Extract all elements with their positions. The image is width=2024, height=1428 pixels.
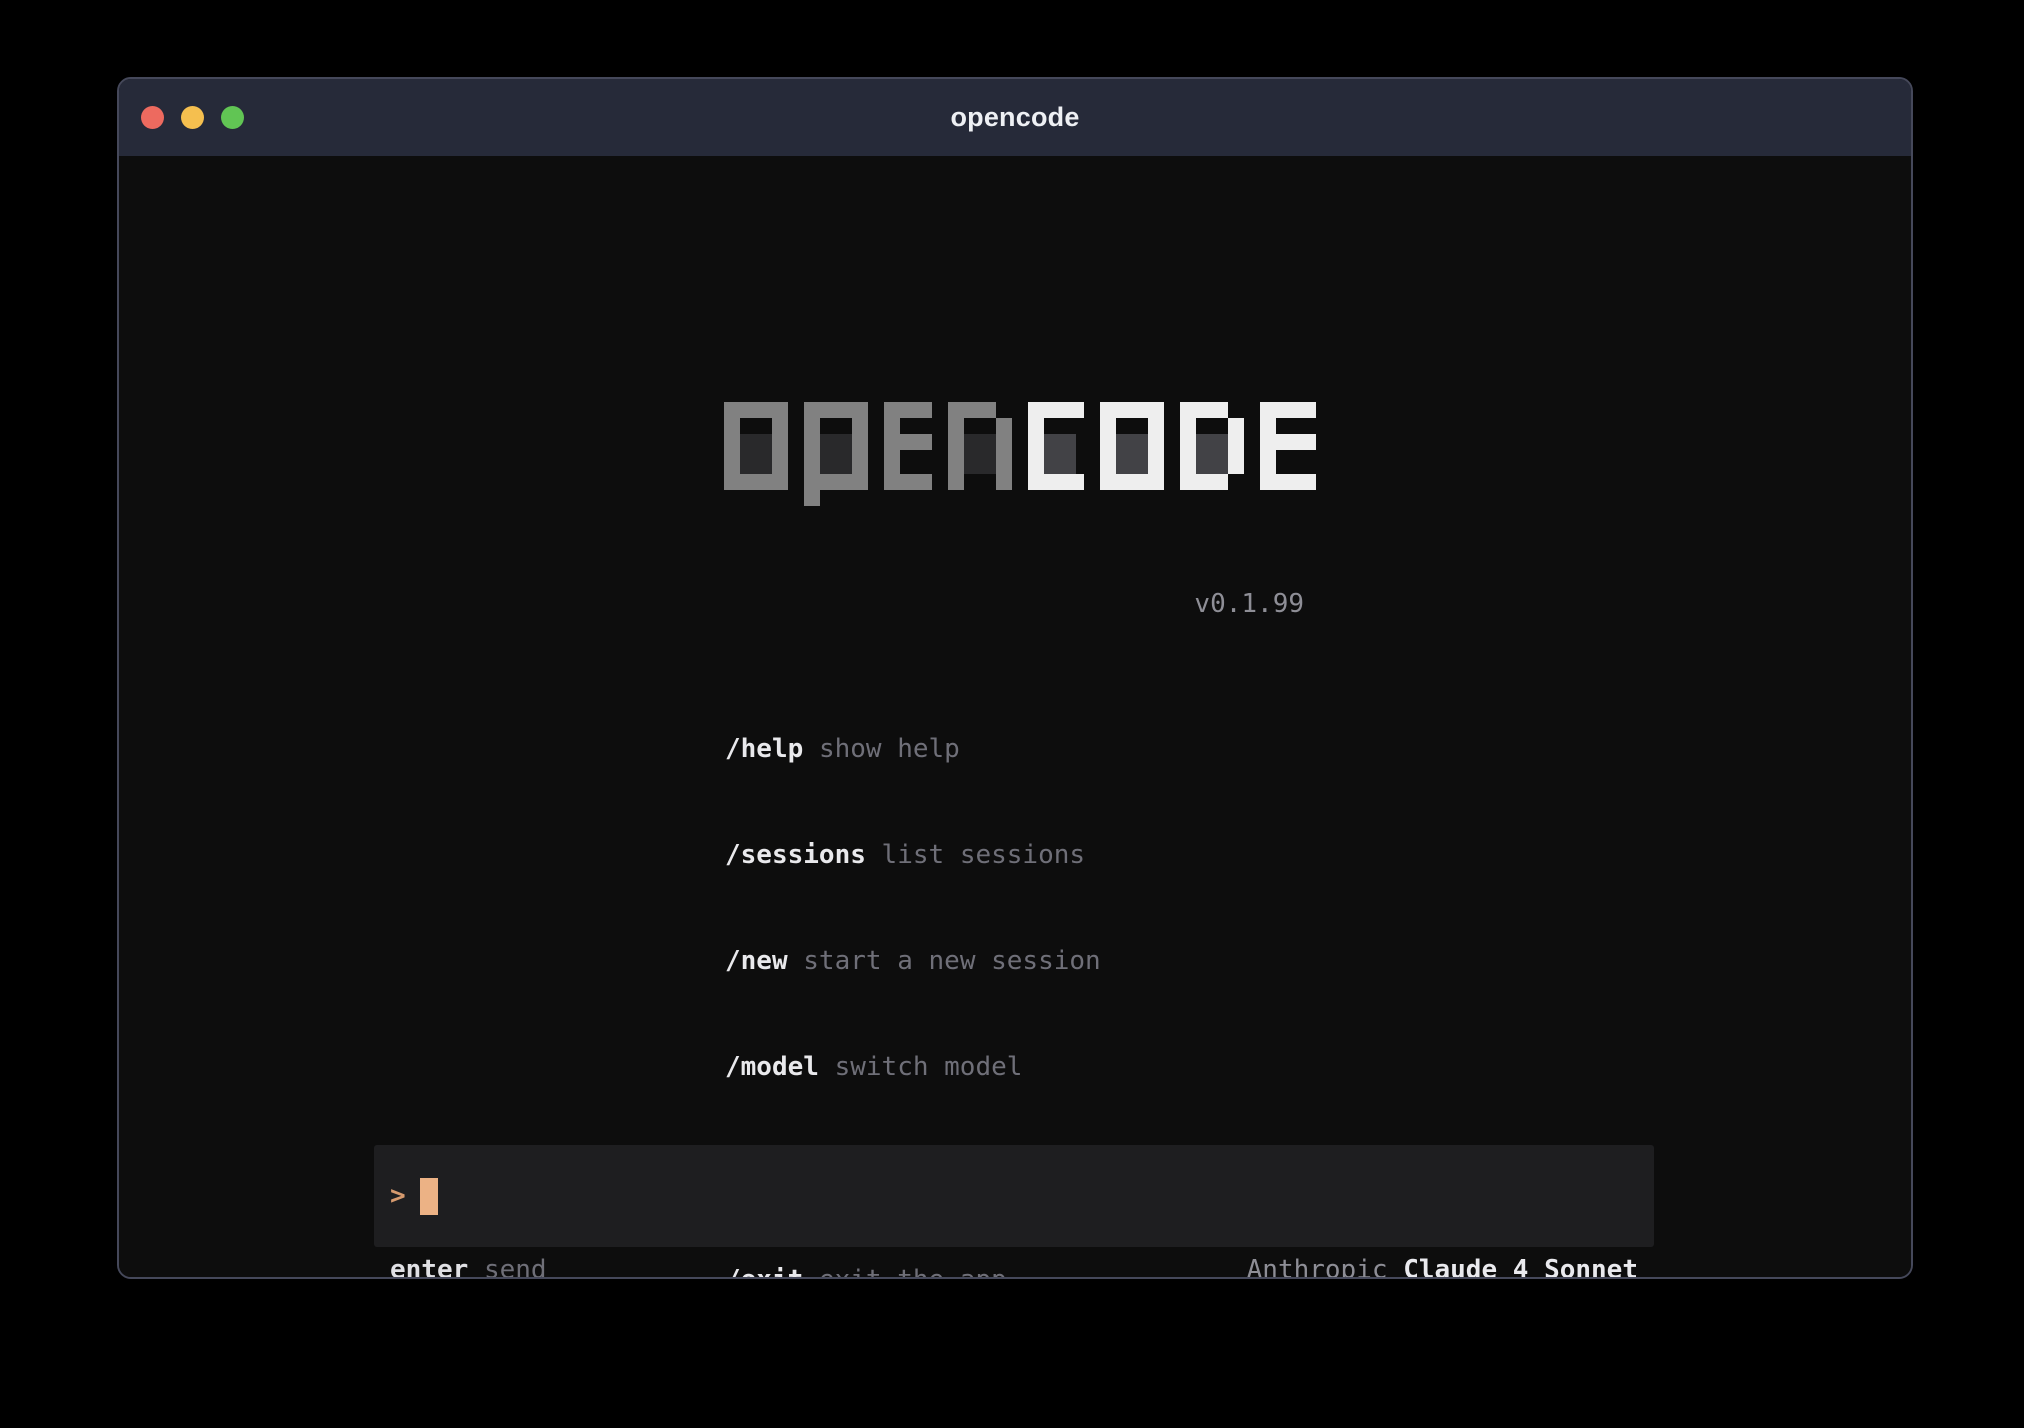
keybind-key: enter (390, 1255, 468, 1279)
model-provider: Anthropic (1247, 1255, 1388, 1279)
screen: opencode open code (0, 0, 2024, 1428)
version-label: v0.1.99 (724, 589, 1316, 619)
command-name: /help (725, 734, 803, 764)
window-controls (141, 106, 244, 129)
minimize-button[interactable] (181, 106, 204, 129)
terminal-content: open code (119, 156, 1911, 1279)
window-title: opencode (950, 102, 1079, 133)
prompt-input[interactable]: > (374, 1145, 1654, 1247)
command-name: /sessions (725, 840, 866, 870)
prompt-chevron-icon: > (390, 1181, 406, 1211)
zoom-button[interactable] (221, 106, 244, 129)
status-bar: enter send Anthropic Claude 4 Sonnet (374, 1253, 1654, 1279)
keybind-hint: enter send (390, 1253, 547, 1279)
command-name: /model (725, 1052, 819, 1082)
text-cursor (420, 1178, 438, 1215)
command-name: /new (725, 946, 788, 976)
window-titlebar: opencode (119, 79, 1911, 156)
close-button[interactable] (141, 106, 164, 129)
logo-pixel-art (724, 402, 1316, 506)
command-row-model: /model switch model (725, 1050, 1101, 1085)
command-row-new: /new start a new session (725, 944, 1101, 979)
command-desc: list sessions (866, 840, 1085, 870)
command-desc: switch model (819, 1052, 1023, 1082)
command-desc: start a new session (788, 946, 1101, 976)
command-row-sessions: /sessions list sessions (725, 838, 1101, 873)
model-name: Claude 4 Sonnet (1388, 1255, 1638, 1279)
command-desc: show help (803, 734, 960, 764)
opencode-window: opencode open code (117, 77, 1913, 1279)
keybind-action: send (468, 1255, 546, 1279)
command-row-help: /help show help (725, 732, 1101, 767)
opencode-logo: open code (724, 402, 1316, 510)
model-indicator: Anthropic Claude 4 Sonnet (1247, 1253, 1638, 1279)
